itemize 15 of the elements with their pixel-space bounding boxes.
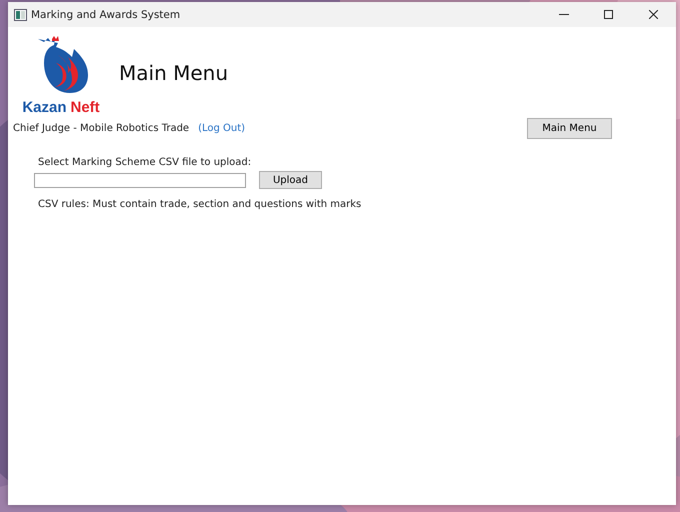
upload-button[interactable]: Upload [259, 171, 322, 189]
file-path-field[interactable] [34, 172, 246, 188]
minimize-icon [558, 14, 568, 15]
field-label: Select Marking Scheme CSV file to upload: [38, 157, 252, 168]
window-title: Marking and Awards System [31, 8, 182, 20]
log-out-link[interactable]: (Log Out) [198, 123, 246, 134]
main-menu-button[interactable]: Main Menu [527, 118, 612, 139]
logo-text: Neft [70, 99, 100, 116]
user-role-text: Chief Judge - Mobile Robotics Trade [13, 123, 190, 134]
app-icon [14, 8, 27, 20]
logo-text: Kazan [22, 99, 66, 116]
close-icon [649, 10, 658, 19]
csv-rules-text: CSV rules: Must contain trade, section and questions with marks [38, 199, 362, 210]
page-heading: Main Menu [119, 61, 228, 85]
maximize-icon [604, 10, 613, 19]
